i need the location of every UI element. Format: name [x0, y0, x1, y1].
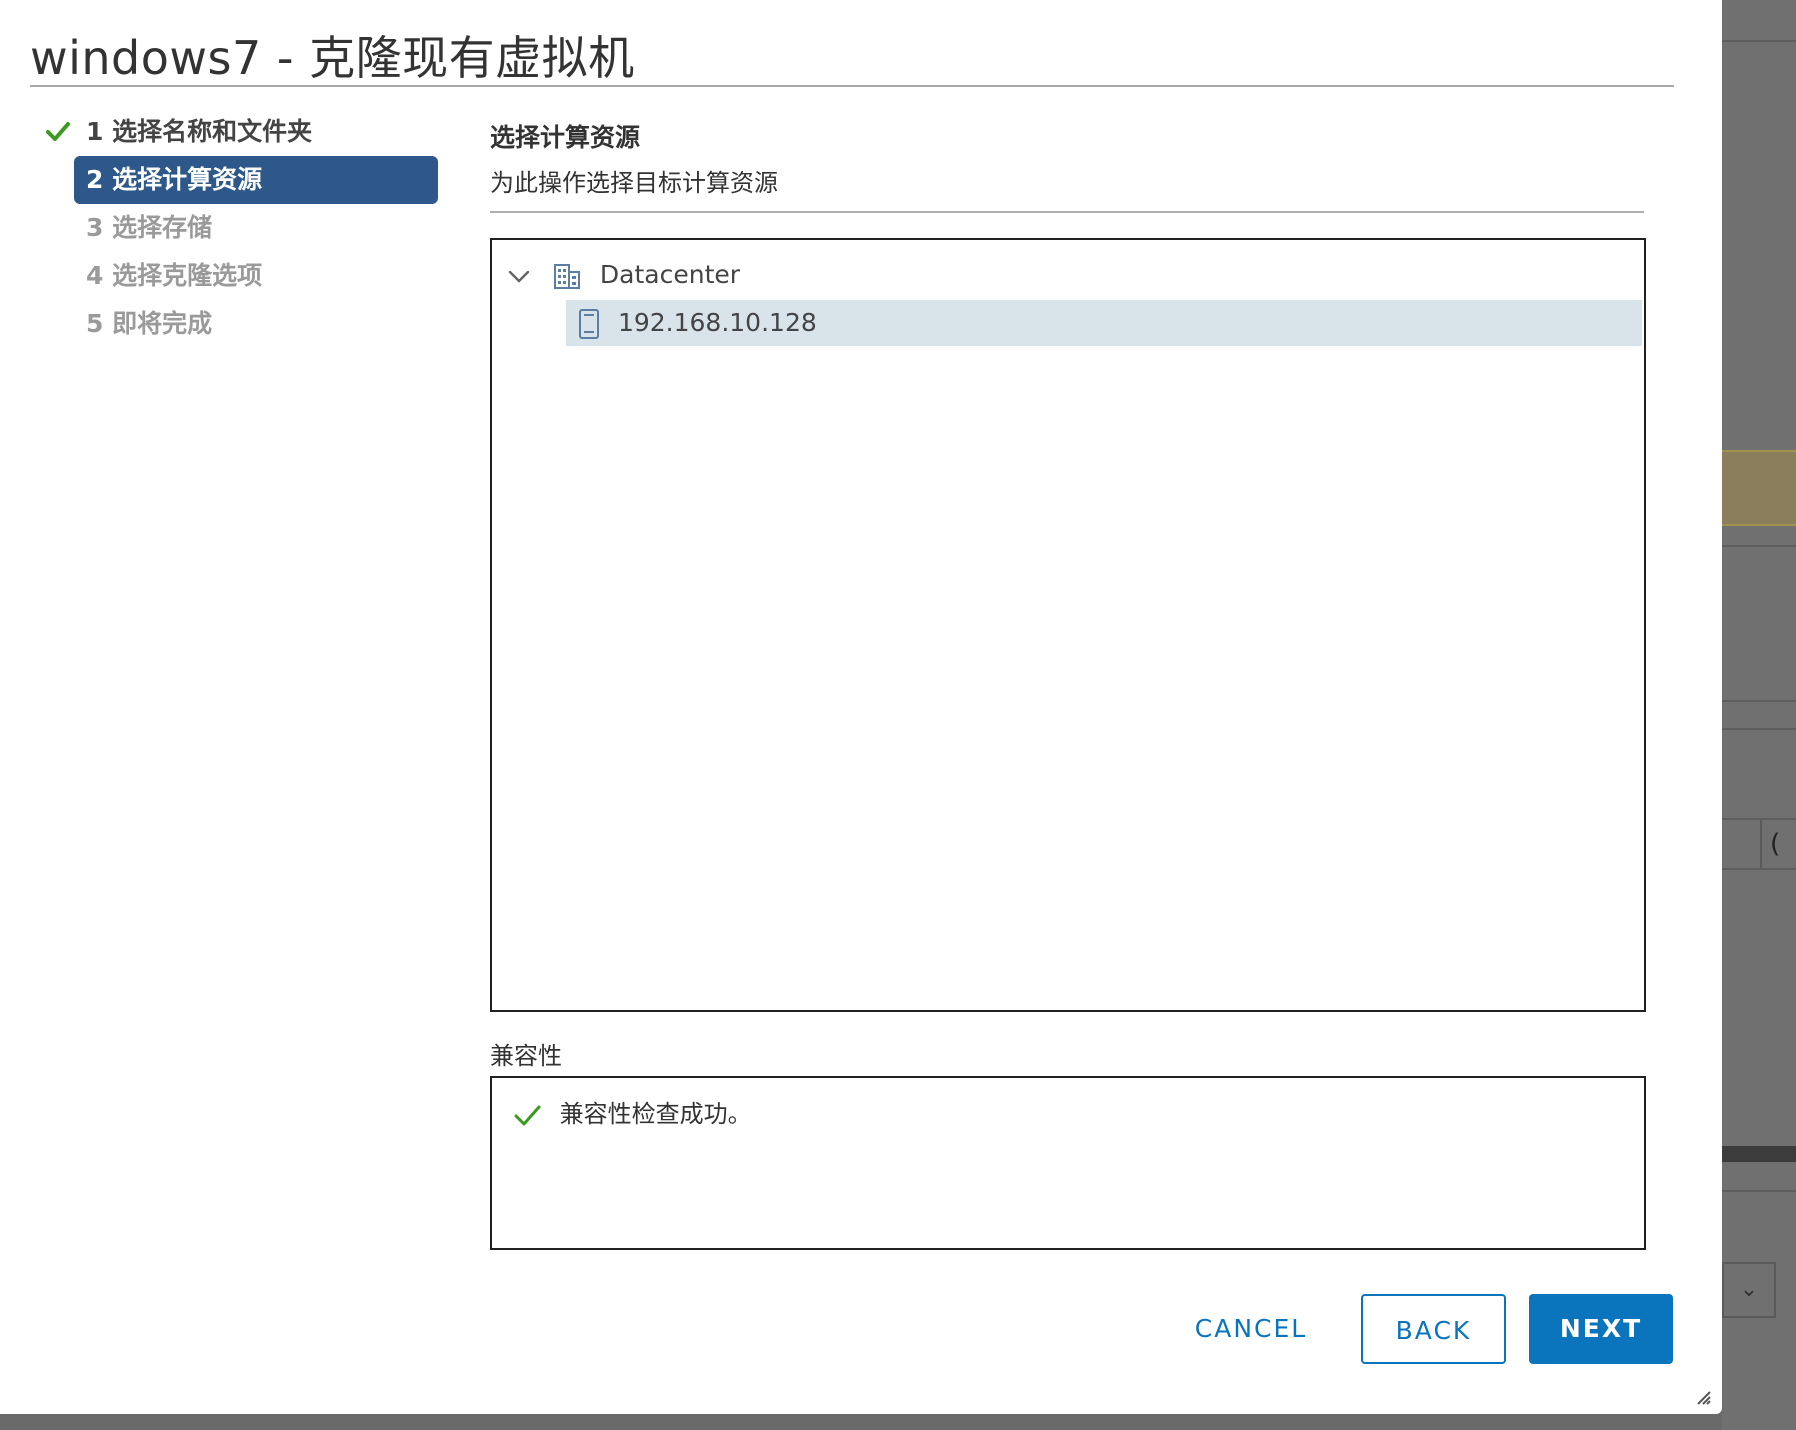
- datacenter-icon: [553, 264, 580, 289]
- background-divider: [1722, 40, 1796, 42]
- background-divider: [1722, 700, 1796, 702]
- check-icon: [514, 1105, 541, 1126]
- step-select-compute-resource[interactable]: 2 选择计算资源: [74, 156, 438, 204]
- step-label: 2 选择计算资源: [86, 165, 263, 194]
- compatibility-message: 兼容性检查成功。: [512, 1094, 752, 1134]
- section-divider: [490, 211, 1644, 213]
- compatibility-message-text: 兼容性检查成功。: [559, 1100, 752, 1128]
- section-title: 选择计算资源: [490, 123, 641, 152]
- title-divider: [30, 85, 1674, 87]
- back-button[interactable]: BACK: [1361, 1294, 1506, 1364]
- check-icon: [46, 122, 70, 141]
- next-button[interactable]: NEXT: [1529, 1294, 1673, 1364]
- chevron-down-icon[interactable]: [506, 263, 532, 289]
- compatibility-label: 兼容性: [490, 1042, 562, 1070]
- tree-node-host[interactable]: 192.168.10.128: [566, 300, 1642, 346]
- tree-node-datacenter[interactable]: Datacenter: [506, 252, 740, 298]
- host-icon: [579, 309, 599, 339]
- wizard-steps: 1 选择名称和文件夹 2 选择计算资源 3 选择存储 4 选择克隆选项 5 即将…: [40, 108, 460, 348]
- compute-resource-tree: Datacenter 192.168.10.128: [490, 238, 1646, 1012]
- background-divider: [1722, 545, 1796, 547]
- step-label: 4 选择克隆选项: [86, 261, 263, 290]
- step-label: 3 选择存储: [86, 213, 213, 242]
- clone-vm-dialog: windows7 - 克隆现有虚拟机 1 选择名称和文件夹 2 选择计算资源 3…: [0, 0, 1722, 1414]
- step-ready-to-complete[interactable]: 5 即将完成: [40, 300, 460, 348]
- background-bar: [1722, 1146, 1796, 1162]
- datacenter-label: Datacenter: [599, 260, 741, 289]
- cancel-button[interactable]: CANCEL: [1176, 1294, 1326, 1364]
- step-select-clone-options[interactable]: 4 选择克隆选项: [40, 252, 460, 300]
- background-divider: [1722, 868, 1796, 870]
- section-subtitle: 为此操作选择目标计算资源: [490, 169, 778, 197]
- step-select-name-folder[interactable]: 1 选择名称和文件夹: [40, 108, 460, 156]
- background-app: [1722, 0, 1796, 1430]
- background-divider: [1722, 728, 1796, 730]
- resize-grip-icon[interactable]: [1696, 1390, 1712, 1406]
- background-chevron-icon: ⌄: [1722, 1262, 1776, 1318]
- compatibility-panel: 兼容性检查成功。: [490, 1076, 1646, 1250]
- background-highlight-row: [1722, 450, 1796, 526]
- step-label: 5 即将完成: [86, 309, 213, 338]
- background-cell: (: [1760, 820, 1796, 868]
- background-divider: [1722, 1190, 1796, 1192]
- dialog-title: windows7 - 克隆现有虚拟机: [30, 31, 635, 85]
- step-select-storage[interactable]: 3 选择存储: [40, 204, 460, 252]
- host-label: 192.168.10.128: [617, 308, 817, 337]
- step-label: 1 选择名称和文件夹: [86, 117, 313, 146]
